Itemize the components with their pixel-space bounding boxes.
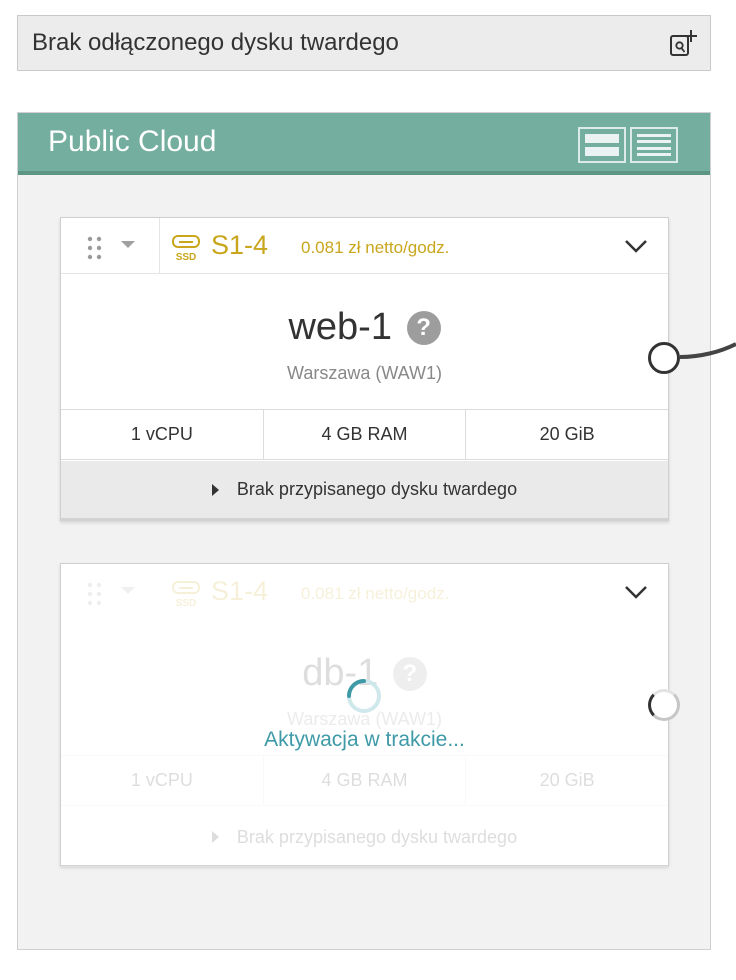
spec-cpu: 1 vCPU <box>61 756 264 805</box>
divider <box>159 218 160 274</box>
ssd-icon: SSD <box>172 235 200 263</box>
caret-down-icon[interactable] <box>121 241 135 248</box>
chevron-down-icon[interactable] <box>624 236 648 256</box>
spec-disk: 20 GiB <box>539 424 595 444</box>
drag-handle-icon <box>87 582 102 606</box>
server-specs: 1 vCPU 4 GB RAM 20 GiB <box>61 755 668 806</box>
caret-right-icon <box>211 831 219 843</box>
plan-name: S1-4 <box>211 230 269 260</box>
server-specs: 1 vCPU 4 GB RAM 20 GiB <box>61 409 668 460</box>
detached-disk-label: Brak odłączonego dysku twardego <box>32 29 399 56</box>
large-view-icon[interactable] <box>578 127 626 163</box>
spec-disk: 20 GiB <box>539 770 595 790</box>
server-card[interactable]: SSD S1-4 0.081 zł netto/godz. web-1 ? Wa… <box>60 217 669 521</box>
svg-text:SSD: SSD <box>176 252 197 263</box>
card-header: SSD S1-4 0.081 zł netto/godz. <box>61 564 668 620</box>
help-icon[interactable]: ? <box>406 311 441 345</box>
cloud-title: Public Cloud <box>48 125 217 158</box>
card-header: SSD S1-4 0.081 zł netto/godz. <box>61 218 668 274</box>
cloud-header: Public Cloud <box>18 113 710 175</box>
disk-label: Brak przypisanego dysku twardego <box>236 826 518 847</box>
disk-toggle: Brak przypisanego dysku twardego <box>61 807 668 867</box>
spec-ram: 4 GB RAM <box>264 410 467 459</box>
connector-handle[interactable] <box>648 342 680 374</box>
spec-cpu: 1 vCPU <box>61 410 264 459</box>
disk-toggle[interactable]: Brak przypisanego dysku twardego <box>61 461 668 521</box>
caret-down-icon <box>121 587 135 594</box>
server-name-text: web-1 <box>288 306 392 348</box>
server-card[interactable]: SSD S1-4 0.081 zł netto/godz. db-1 ? War… <box>60 563 669 867</box>
caret-right-icon <box>211 483 219 496</box>
spec-ram: 4 GB RAM <box>264 756 467 805</box>
plan-price: 0.081 zł netto/godz. <box>301 584 450 603</box>
svg-text:SSD: SSD <box>176 598 197 609</box>
help-icon: ? <box>392 657 427 691</box>
connector-handle[interactable] <box>648 689 680 721</box>
plan-price: 0.081 zł netto/godz. <box>301 238 450 257</box>
public-cloud-panel: Public Cloud SSD S1-4 0.081 zł netto/god… <box>17 112 711 950</box>
detached-disk-bar: Brak odłączonego dysku twardego <box>17 15 711 71</box>
compact-view-icon[interactable] <box>630 127 678 163</box>
disk-label: Brak przypisanego dysku twardego <box>236 479 518 499</box>
plan-name: S1-4 <box>211 576 269 606</box>
drag-handle-icon[interactable] <box>87 236 103 260</box>
server-name: web-1 ? <box>61 306 668 349</box>
activation-status: Aktywacja w trakcie... <box>264 728 465 751</box>
ssd-icon: SSD <box>172 581 200 609</box>
add-disk-icon[interactable] <box>668 28 698 58</box>
chevron-down-icon[interactable] <box>624 582 648 602</box>
loading-spinner-icon <box>347 679 381 713</box>
server-location: Warszawa (WAW1) <box>287 363 442 383</box>
